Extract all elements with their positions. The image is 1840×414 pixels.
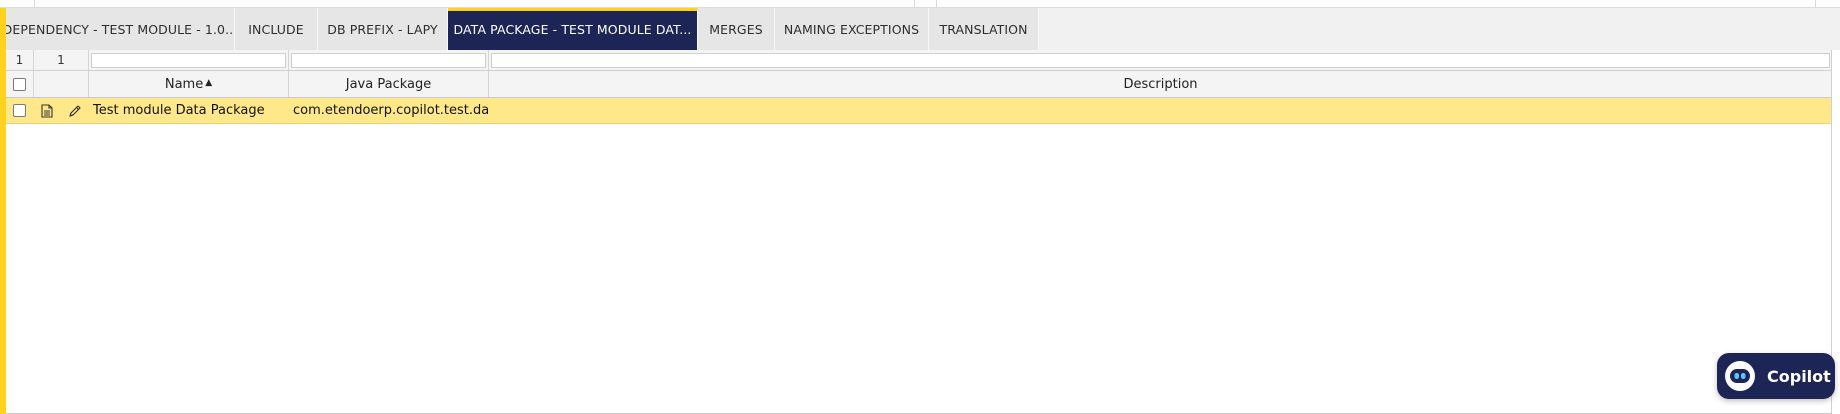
top-strip [0, 0, 1840, 8]
tab-translation[interactable]: TRANSLATION [929, 8, 1039, 50]
divider [914, 0, 915, 8]
row-name: Test module Data Package [89, 98, 289, 123]
java-package-header[interactable]: Java Package [289, 71, 489, 97]
name-header-label: Name [164, 76, 204, 92]
row-java-package: com.etendoerp.copilot.test.da... [289, 98, 489, 123]
java-package-filter-cell [289, 50, 489, 70]
name-filter-input[interactable] [91, 52, 286, 68]
tab-naming-exceptions[interactable]: NAMING EXCEPTIONS [775, 8, 929, 50]
row-description [489, 98, 1832, 123]
name-filter-cell [89, 50, 289, 70]
header-row: Name ▲ Java Package Description [6, 71, 1832, 98]
total-count-value: 1 [57, 53, 65, 67]
filter-row: 1 1 [6, 50, 1832, 71]
divider [1815, 0, 1816, 8]
java-package-filter-input[interactable] [291, 52, 486, 68]
copilot-button[interactable]: Copilot [1717, 353, 1835, 399]
pencil-icon[interactable] [61, 98, 88, 123]
divider [936, 0, 937, 8]
robot-icon [1725, 361, 1755, 391]
divider [34, 0, 35, 8]
java-package-header-label: Java Package [345, 76, 432, 92]
sort-ascending-icon: ▲ [205, 78, 213, 88]
tab-db-prefix[interactable]: DB PREFIX - LAPY [318, 8, 448, 50]
description-header[interactable]: Description [489, 71, 1832, 97]
name-header[interactable]: Name ▲ [89, 71, 289, 97]
data-grid: 1 1 Name ▲ Java Package Description Test… [6, 50, 1840, 414]
tab-data-package[interactable]: DATA PACKAGE - TEST MODULE DAT... [448, 8, 698, 50]
tab-include[interactable]: INCLUDE [235, 8, 318, 50]
tab-merges[interactable]: MERGES [698, 8, 775, 50]
row-select-cell [6, 98, 34, 123]
copilot-label: Copilot [1767, 366, 1831, 386]
row-edit-cell [61, 98, 89, 123]
tab-dependency[interactable]: DEPENDENCY - TEST MODULE - 1.0... [6, 8, 235, 50]
row-checkbox[interactable] [13, 104, 26, 117]
row-form-view-cell [34, 98, 61, 123]
select-all-checkbox[interactable] [13, 77, 26, 91]
actions-header [34, 71, 89, 97]
description-header-label: Description [1123, 76, 1198, 92]
tab-bar: DEPENDENCY - TEST MODULE - 1.0... INCLUD… [6, 8, 1039, 50]
app-window: DEPENDENCY - TEST MODULE - 1.0... INCLUD… [0, 0, 1840, 414]
select-all-cell [6, 71, 34, 97]
total-count: 1 [34, 50, 89, 70]
description-filter-cell [489, 50, 1832, 70]
selected-count: 1 [6, 50, 34, 70]
description-filter-input[interactable] [491, 52, 1830, 68]
selected-count-value: 1 [15, 53, 24, 67]
document-icon[interactable] [34, 98, 60, 123]
table-row[interactable]: Test module Data Package com.etendoerp.c… [6, 98, 1832, 124]
